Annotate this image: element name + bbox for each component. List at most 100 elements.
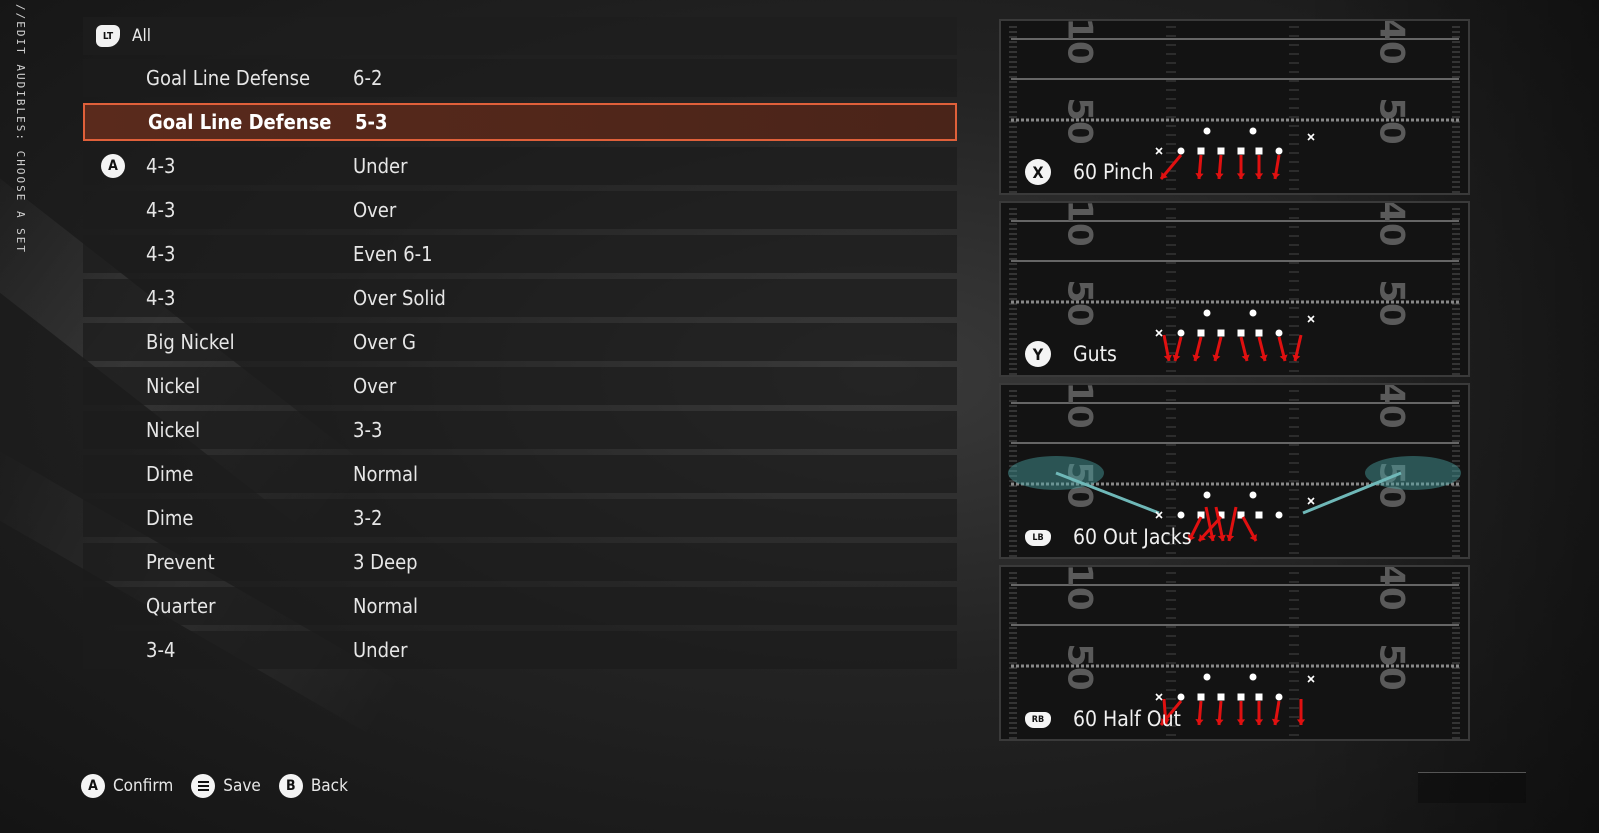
lineman-mark <box>1255 693 1263 701</box>
field-number: 50 <box>1372 279 1412 326</box>
back-button[interactable]: B Back <box>278 774 348 798</box>
formation-row-selected[interactable]: Goal Line Defense 5-3 <box>83 103 957 141</box>
defender-dot <box>1249 127 1257 135</box>
lineman-mark <box>1197 329 1205 337</box>
field-number: 10 <box>1060 21 1100 65</box>
formation-row[interactable]: 4-3 Over <box>83 191 957 229</box>
play-label: RB 60 Half Out <box>1025 707 1181 731</box>
play-label: Y Guts <box>1025 341 1117 367</box>
defender-dot <box>1203 309 1211 317</box>
defender-dot <box>1203 673 1211 681</box>
formation-variant: Over <box>353 198 397 222</box>
play-card[interactable]: 10 50 40 50 LB 60 Out Jacks <box>999 383 1470 559</box>
x-button-icon: X <box>1025 159 1051 185</box>
b-button-icon: B <box>278 774 303 798</box>
play-name: 60 Out Jacks <box>1073 525 1192 549</box>
formation-set: Big Nickel <box>146 330 235 354</box>
formation-row[interactable]: 4-3 Even 6-1 <box>83 235 957 273</box>
formation-row[interactable]: Big Nickel Over G <box>83 323 957 361</box>
formation-variant: Normal <box>353 462 419 486</box>
screen-title: //EDIT AUDIBLES: CHOOSE A SET <box>14 4 27 255</box>
audible-plays: 10 50 40 50 X 60 Pinch 10 50 40 50 Y Guts 10 50 40 50 LB… <box>999 19 1470 747</box>
save-button[interactable]: Save <box>191 774 261 798</box>
formation-row[interactable]: Dime 3-2 <box>83 499 957 537</box>
confirm-label: Confirm <box>113 776 174 796</box>
formation-row[interactable]: Quarter Normal <box>83 587 957 625</box>
formation-variant: Over <box>353 374 397 398</box>
formation-set: 4-3 <box>146 242 176 266</box>
formation-variant: 3 Deep <box>353 550 418 574</box>
lineman-mark <box>1217 693 1225 701</box>
field-number: 40 <box>1372 21 1412 65</box>
field-number: 50 <box>1060 97 1100 144</box>
formation-row[interactable]: 4-3 Over Solid <box>83 279 957 317</box>
menu-button-icon <box>191 774 216 798</box>
field-number: 40 <box>1372 203 1412 247</box>
a-button-icon: A <box>81 774 105 798</box>
play-name: 60 Pinch <box>1073 160 1154 184</box>
play-label: LB 60 Out Jacks <box>1025 525 1192 549</box>
field-number: 50 <box>1060 643 1100 690</box>
formation-row[interactable]: Prevent 3 Deep <box>83 543 957 581</box>
field-number: 10 <box>1060 385 1100 429</box>
formation-variant: Normal <box>353 594 419 618</box>
formation-row[interactable]: Dime Normal <box>83 455 957 493</box>
lineman-mark <box>1237 329 1245 337</box>
play-card[interactable]: 10 50 40 50 X 60 Pinch <box>999 19 1470 195</box>
rb-button-icon: RB <box>1025 712 1051 728</box>
save-label: Save <box>223 776 261 796</box>
lineman-mark <box>1217 329 1225 337</box>
filter-label: All <box>132 26 151 46</box>
formation-set: Prevent <box>146 550 215 574</box>
play-card[interactable]: 10 50 40 50 Y Guts <box>999 201 1470 377</box>
formation-row[interactable]: Nickel Over <box>83 367 957 405</box>
confirm-button[interactable]: A Confirm <box>81 774 173 798</box>
formation-set: Nickel <box>146 374 201 398</box>
lt-button-icon: LT <box>96 25 120 47</box>
zone-bubble <box>1365 456 1461 490</box>
defender-dot <box>1275 147 1283 155</box>
lineman-mark <box>1237 147 1245 155</box>
filter-bar[interactable]: LT All <box>83 17 957 55</box>
field-number: 10 <box>1060 203 1100 247</box>
formation-row[interactable]: A 4-3 Under <box>83 147 957 185</box>
defender-dot <box>1177 693 1185 701</box>
formation-row[interactable]: 3-4 Under <box>83 631 957 669</box>
defender-dot <box>1177 329 1185 337</box>
formation-set: Goal Line Defense <box>146 66 311 90</box>
formation-variant: 3-2 <box>353 506 383 530</box>
formation-variant: 6-2 <box>353 66 383 90</box>
formation-variant: Over G <box>353 330 416 354</box>
formation-variant: Over Solid <box>353 286 446 310</box>
defender-dot <box>1249 309 1257 317</box>
field-number: 40 <box>1372 567 1412 611</box>
play-name: Guts <box>1073 342 1117 366</box>
defender-dot <box>1275 329 1283 337</box>
y-button-icon: Y <box>1025 341 1051 367</box>
formation-set: Quarter <box>146 594 216 618</box>
play-card[interactable]: 10 50 40 50 RB 60 Half Out <box>999 565 1470 741</box>
field-number: 10 <box>1060 567 1100 611</box>
formation-variant: Under <box>353 638 408 662</box>
defender-dot <box>1177 147 1185 155</box>
formation-variant: 5-3 <box>355 110 388 134</box>
corner-panel <box>1418 772 1526 803</box>
formation-row[interactable]: Nickel 3-3 <box>83 411 957 449</box>
lineman-mark <box>1237 693 1245 701</box>
formation-set: Dime <box>146 506 194 530</box>
lineman-mark <box>1197 147 1205 155</box>
formation-set: 4-3 <box>146 198 176 222</box>
field-number: 50 <box>1060 279 1100 326</box>
field-number: 50 <box>1372 97 1412 144</box>
field-number: 50 <box>1372 643 1412 690</box>
formation-list: Goal Line Defense 6-2 Goal Line Defense 5-3… <box>83 59 957 675</box>
formation-row[interactable]: Goal Line Defense 6-2 <box>83 59 957 97</box>
lineman-mark <box>1217 147 1225 155</box>
defender-dot <box>1249 673 1257 681</box>
lb-button-icon: LB <box>1025 530 1051 546</box>
footer-controls: A Confirm Save B Back <box>81 774 366 798</box>
formation-set: Goal Line Defense <box>148 110 332 134</box>
defender-dot <box>1275 511 1283 519</box>
a-button-icon: A <box>101 154 125 178</box>
defender-dot <box>1203 491 1211 499</box>
